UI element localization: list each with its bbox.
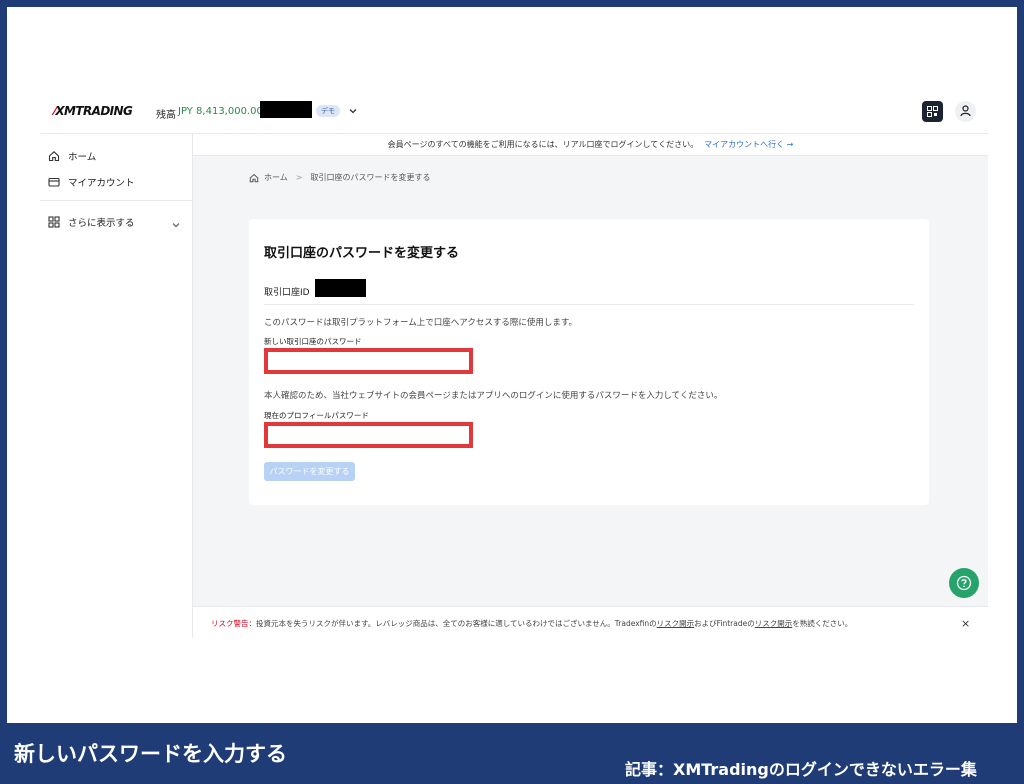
logo-text: XMTRADING (55, 104, 133, 118)
new-password-input[interactable] (268, 355, 469, 373)
sidebar: ホーム マイアカウント さらに表示する (40, 134, 193, 638)
user-icon (960, 105, 971, 117)
sidebar-item-label: ホーム (68, 152, 97, 163)
grid-icon (48, 216, 60, 228)
risk-disclosure-link-2[interactable]: リスク開示 (755, 619, 793, 628)
close-icon[interactable]: × (961, 617, 970, 630)
password-description: このパスワードは取引プラットフォーム上で口座へアクセスする際に使用します。 (264, 318, 577, 328)
page-title: 取引口座のパスワードを変更する (264, 246, 460, 261)
risk-warning-label: リスク警告： (211, 619, 256, 628)
home-icon (48, 151, 60, 162)
verification-description: 本人確認のため、当社ウェブサイトの会員ページまたはアプリへのログインに使用するパ… (264, 391, 723, 401)
risk-text-3: を熟読ください。 (792, 619, 853, 628)
redacted-account-id (315, 279, 366, 297)
wallet-icon (48, 177, 60, 187)
chevron-down-icon[interactable] (348, 106, 358, 116)
sidebar-item-label: さらに表示する (68, 218, 135, 229)
qr-code-icon (927, 106, 938, 117)
sidebar-item-label: マイアカウント (68, 178, 135, 189)
breadcrumb-current: 取引口座のパスワードを変更する (310, 173, 431, 182)
sidebar-divider (40, 200, 192, 201)
logo[interactable]: ⁄XMTRADING (54, 104, 133, 118)
top-bar: ⁄XMTRADING 残高 JPY 8,413,000.00 デモ (40, 92, 988, 134)
chevron-down-icon[interactable] (171, 220, 181, 230)
risk-text-2: およびFintradeの (694, 619, 755, 628)
my-account-link[interactable]: マイアカウントへ行く → (704, 139, 793, 150)
caption-left: 新しいパスワードを入力する (14, 742, 287, 766)
sidebar-item-show-more[interactable]: さらに表示する (48, 214, 135, 230)
change-password-button[interactable]: パスワードを変更する (264, 462, 355, 481)
risk-warning-bar: リスク警告：投資元本を失うリスクが伴います。レバレッジ商品は、全てのお客様に適し… (193, 606, 988, 638)
risk-text-1: 投資元本を失うリスクが伴います。レバレッジ商品は、全てのお客様に適しているわけで… (256, 619, 657, 628)
app-screenshot: ⁄XMTRADING 残高 JPY 8,413,000.00 デモ ホーム マイ… (40, 92, 988, 638)
home-icon (249, 173, 259, 182)
sidebar-item-my-account[interactable]: マイアカウント (48, 174, 135, 190)
new-password-field[interactable] (264, 348, 473, 374)
current-password-input[interactable] (268, 429, 469, 447)
caption-right: 記事：XMTradingのログインできないエラー集 (625, 760, 977, 779)
risk-disclosure-link-1[interactable]: リスク開示 (657, 619, 695, 628)
demo-notice-bar: 会員ページのすべての機能をご利用になるには、リアル口座でログインしてください。 … (193, 134, 988, 156)
help-icon (956, 575, 972, 591)
notice-text: 会員ページのすべての機能をご利用になるには、リアル口座でログインしてください。 (387, 140, 699, 149)
account-type-badge: デモ (316, 105, 340, 117)
breadcrumb-home[interactable]: ホーム (264, 172, 288, 183)
current-password-field[interactable] (264, 422, 473, 448)
divider (264, 304, 914, 305)
balance-value: JPY 8,413,000.00 (178, 106, 263, 117)
profile-button[interactable] (955, 101, 976, 122)
balance-label: 残高 (156, 110, 176, 121)
help-button[interactable] (949, 568, 979, 598)
risk-warning-text: リスク警告：投資元本を失うリスクが伴います。レバレッジ商品は、全てのお客様に適し… (211, 618, 852, 629)
sidebar-item-home[interactable]: ホーム (48, 148, 96, 164)
new-password-label: 新しい取引口座のパスワード (264, 337, 362, 346)
redacted-account-number (260, 101, 312, 118)
current-password-label: 現在のプロフィールパスワード (264, 411, 369, 420)
qr-code-button[interactable] (922, 101, 943, 122)
breadcrumb-separator: > (295, 173, 303, 182)
breadcrumb: ホーム > 取引口座のパスワードを変更する (249, 172, 430, 183)
account-id-label: 取引口座ID (264, 288, 310, 298)
change-password-card: 取引口座のパスワードを変更する 取引口座ID このパスワードは取引プラットフォー… (249, 219, 929, 505)
